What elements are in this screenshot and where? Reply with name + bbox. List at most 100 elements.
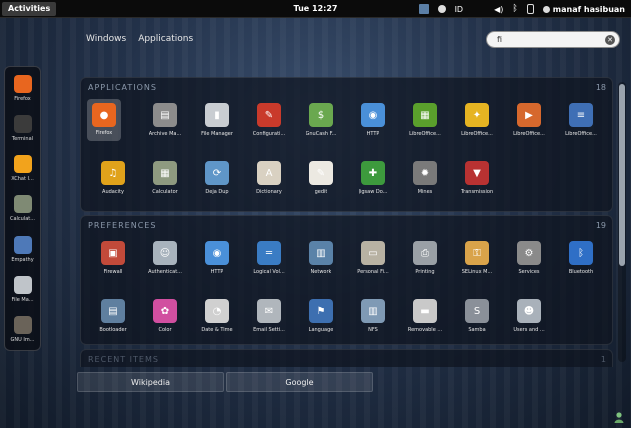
dash-item[interactable]: Firefox	[6, 73, 39, 109]
status-tray: ID ◀) ᛒ manaf hasibuan	[418, 0, 625, 18]
app-tile-label: Bootloader	[99, 327, 127, 333]
keyboard-layout-indicator[interactable]: ID	[455, 5, 464, 14]
top-panel: Activities Tue 12:27 ID ◀) ᛒ manaf hasib…	[0, 0, 631, 18]
app-tile[interactable]: ⚿ SELinux M...	[451, 237, 503, 295]
app-tile[interactable]: ☺ Authenticat...	[139, 237, 191, 295]
app-tile[interactable]: ◉ HTTP	[347, 99, 399, 157]
app-tile[interactable]: ◔ Date & Time	[191, 295, 243, 353]
app-tile[interactable]: ⚙ Services	[503, 237, 555, 295]
app-tile[interactable]: ▼ Transmission	[451, 157, 503, 215]
app-tile[interactable]: ▶ LibreOffice...	[503, 99, 555, 157]
search-results: APPLICATIONS 18 ● Firefox ▤ Archive Ma... ▮ F…	[80, 77, 613, 367]
dash-item[interactable]: Empathy	[6, 234, 39, 270]
scrollbar-thumb[interactable]	[619, 84, 625, 266]
app-tile[interactable]: $ GnuCash F...	[295, 99, 347, 157]
selinux-icon: ⚿	[465, 241, 489, 265]
app-tile[interactable]: ✿ Color	[139, 295, 191, 353]
clear-search-icon[interactable]: ✕	[605, 35, 615, 45]
app-tile[interactable]: ═ Logical Vol...	[243, 237, 295, 295]
bluetooth-icon: ᛒ	[569, 241, 593, 265]
dash: Firefox Terminal XChat I... Calculat... Empa…	[4, 66, 41, 351]
app-tile[interactable]: ✉ Email Setti...	[243, 295, 295, 353]
power-icon[interactable]	[526, 4, 534, 14]
libreoffice-impress-icon: ▶	[517, 103, 541, 127]
xchat-icon	[13, 155, 32, 174]
dash-item[interactable]: GNU Im...	[6, 314, 39, 350]
app-tile-label: gedit	[314, 189, 328, 195]
app-tile[interactable]: ▬ Removable ...	[399, 295, 451, 353]
app-tile-label: Dictionary	[256, 189, 282, 195]
search-input[interactable]: fi	[497, 35, 502, 44]
gnucash-icon: $	[309, 103, 333, 127]
app-tile[interactable]: ✦ LibreOffice...	[451, 99, 503, 157]
app-tile[interactable]: ◉ HTTP	[191, 237, 243, 295]
wikipedia-search-button[interactable]: Wikipedia	[77, 372, 224, 392]
app-tile[interactable]: ⎙ Printing	[399, 237, 451, 295]
app-tile[interactable]: ▣ Firewall	[87, 237, 139, 295]
app-tile-label: Users and ...	[513, 327, 545, 333]
app-tile-label: LibreOffice...	[461, 131, 493, 137]
activities-button[interactable]: Activities	[2, 1, 57, 16]
app-tile-label: Date & Time	[201, 327, 233, 333]
dash-item[interactable]: Terminal	[6, 113, 39, 149]
app-tile[interactable]: A Dictionary	[243, 157, 295, 215]
app-tile[interactable]: ▥ Network	[295, 237, 347, 295]
user-menu[interactable]: manaf hasibuan	[542, 5, 625, 14]
firefox-icon: ●	[92, 103, 116, 127]
bluetooth-tray-icon[interactable]: ᛒ	[512, 4, 517, 14]
libreoffice-writer-icon: ≡	[569, 103, 593, 127]
app-tile[interactable]: ✚ Jigsaw Do...	[347, 157, 399, 215]
samba-icon: S	[465, 299, 489, 323]
app-tile[interactable]: ▥ NFS	[347, 295, 399, 353]
app-tile[interactable]: ✎ Configurati...	[243, 99, 295, 157]
app-tile[interactable]: ᛒ Bluetooth	[555, 237, 607, 295]
bootloader-icon: ▤	[101, 299, 125, 323]
network-wired-icon[interactable]	[418, 4, 429, 14]
tab-windows[interactable]: Windows	[86, 34, 126, 44]
tab-applications[interactable]: Applications	[138, 34, 193, 44]
file-manager-icon	[13, 275, 32, 294]
http-icon: ◉	[205, 241, 229, 265]
app-tile[interactable]: ✎ gedit	[295, 157, 347, 215]
users-groups-icon: ☻	[517, 299, 541, 323]
app-tile-label: Removable ...	[407, 327, 443, 333]
date-time-icon: ◔	[205, 299, 229, 323]
section-count: 1	[600, 355, 606, 364]
google-search-button[interactable]: Google	[226, 372, 373, 392]
app-tile-label: Color	[158, 327, 172, 333]
app-tile-label: Samba	[468, 327, 486, 333]
app-tile-label: SELinux M...	[461, 269, 493, 275]
app-tile[interactable]: ▮ File Manager	[191, 99, 243, 157]
accessibility-icon[interactable]	[437, 5, 446, 13]
app-tile[interactable]: ● Firefox	[87, 99, 121, 141]
dash-item[interactable]: XChat I...	[6, 153, 39, 189]
dash-item[interactable]: File Ma...	[6, 274, 39, 310]
results-scrollbar[interactable]	[618, 82, 626, 362]
app-tile-label: GnuCash F...	[305, 131, 337, 137]
section-heading: PREFERENCES	[88, 221, 157, 230]
app-tile-label: Email Setti...	[253, 327, 285, 333]
app-tile[interactable]: ✹ Mines	[399, 157, 451, 215]
app-tile[interactable]: ▦ LibreOffice...	[399, 99, 451, 157]
search-providers: Wikipedia Google	[77, 372, 373, 392]
app-tile[interactable]: ▤ Bootloader	[87, 295, 139, 353]
app-tile-label: Firewall	[103, 269, 123, 275]
search-entry[interactable]: fi ✕	[486, 31, 620, 48]
preferences-grid: ▣ Firewall ☺ Authenticat... ◉ HTTP ═ Logical Vo…	[87, 237, 607, 353]
app-tile[interactable]: ⟳ Deja Dup	[191, 157, 243, 215]
app-tile[interactable]: ⚑ Language	[295, 295, 347, 353]
app-tile[interactable]: ♫ Audacity	[87, 157, 139, 215]
app-tile[interactable]: ▤ Archive Ma...	[139, 99, 191, 157]
app-tile[interactable]: ☻ Users and ...	[503, 295, 555, 353]
app-tile[interactable]: ≡ LibreOffice...	[555, 99, 607, 157]
section-count: 18	[595, 83, 606, 92]
deja-dup-icon: ⟳	[205, 161, 229, 185]
app-tile[interactable]: ▦ Calculator	[139, 157, 191, 215]
app-tile[interactable]: S Samba	[451, 295, 503, 353]
volume-icon[interactable]: ◀)	[494, 5, 503, 14]
app-tile-label: NFS	[368, 327, 378, 333]
dash-item[interactable]: Calculat...	[6, 193, 39, 229]
printing-icon: ⎙	[413, 241, 437, 265]
app-tile[interactable]: ▭ Personal Fi...	[347, 237, 399, 295]
app-tile-label: Calculator	[152, 189, 178, 195]
